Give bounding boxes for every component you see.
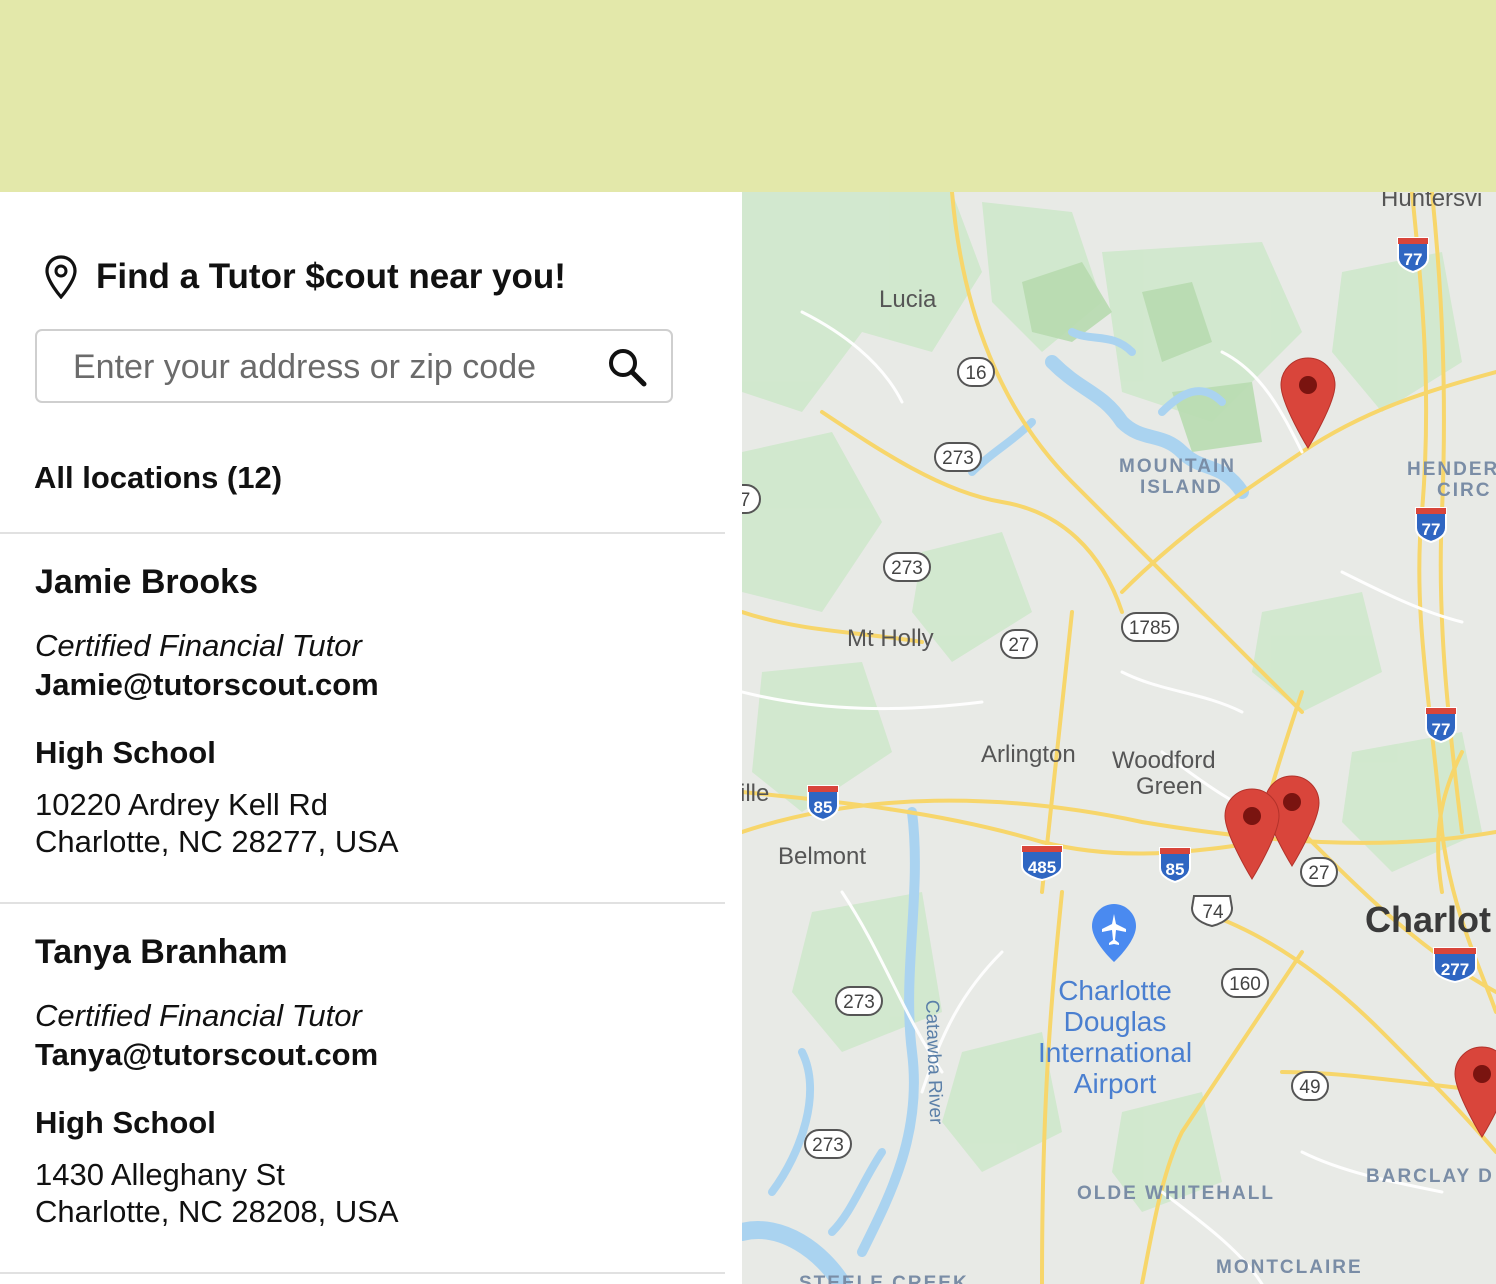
map-label: ille: [742, 780, 769, 807]
interstate-shield: 85: [1159, 847, 1191, 884]
map-label: Arlington: [981, 741, 1076, 768]
map-label: OLDE WHITEHALL: [1077, 1183, 1275, 1204]
map-canvas[interactable]: 77 77 77 85 485 85 277 16 273 273 273 27…: [742, 192, 1496, 1284]
map-label: Lucia: [879, 286, 937, 313]
map-label: MOUNTAIN: [1119, 456, 1236, 477]
tutor-email[interactable]: Jamie@tutorscout.com: [35, 666, 715, 704]
svg-text:273: 273: [812, 1135, 844, 1156]
route-shield: 49: [1291, 1071, 1329, 1101]
locator-title: Find a Tutor $cout near you!: [96, 257, 566, 296]
svg-text:49: 49: [1299, 1077, 1320, 1098]
tutor-title: Certified Financial Tutor: [35, 628, 362, 663]
route-shield: 16: [957, 357, 995, 387]
svg-text:1785: 1785: [1129, 618, 1171, 639]
interstate-shield: 77: [1397, 237, 1429, 274]
map-label: HENDER: [1407, 459, 1496, 480]
tutor-title: Certified Financial Tutor: [35, 998, 362, 1033]
map-label: MONTCLAIRE: [1216, 1257, 1363, 1278]
svg-text:7: 7: [742, 490, 750, 511]
map-label: Charlotte: [1058, 975, 1172, 1006]
svg-text:27: 27: [1008, 635, 1029, 656]
svg-text:85: 85: [1166, 860, 1185, 879]
map-label: CIRC: [1437, 480, 1491, 501]
map-label: International: [1038, 1037, 1192, 1068]
map-label: ISLAND: [1140, 477, 1223, 498]
map-label: BARCLAY D: [1366, 1166, 1494, 1187]
svg-text:160: 160: [1229, 974, 1261, 995]
interstate-shield: 277: [1433, 947, 1477, 984]
svg-text:273: 273: [891, 558, 923, 579]
svg-text:74: 74: [1202, 902, 1224, 923]
tutor-card[interactable]: Jamie Brooks Certified Financial Tutor J…: [35, 562, 715, 860]
route-shield: 7: [742, 484, 761, 514]
route-shield: 273: [835, 986, 883, 1016]
tutor-level: High School: [35, 1105, 216, 1140]
map-label: Douglas: [1064, 1006, 1167, 1037]
svg-text:27: 27: [1308, 863, 1329, 884]
map-label: Green: [1136, 773, 1203, 800]
address-search-input[interactable]: [71, 341, 595, 393]
store-locator-panel: Find a Tutor $cout near you! All locatio…: [0, 192, 742, 1284]
svg-text:77: 77: [1422, 520, 1441, 539]
interstate-shield: 485: [1021, 845, 1063, 882]
tutor-name: Jamie Brooks: [35, 563, 258, 601]
divider: [0, 1272, 725, 1274]
svg-text:485: 485: [1028, 858, 1056, 877]
address-line-1: 1430 Alleghany St: [35, 1157, 285, 1192]
svg-text:77: 77: [1404, 250, 1423, 269]
map-label: Huntersvi: [1381, 192, 1482, 212]
map-label: Catawba River: [921, 999, 946, 1125]
map-label: Belmont: [778, 843, 866, 870]
tutor-email[interactable]: Tanya@tutorscout.com: [35, 1036, 715, 1074]
route-shield: 1785: [1121, 612, 1179, 642]
search-icon[interactable]: [605, 345, 649, 389]
svg-text:16: 16: [965, 363, 986, 384]
svg-text:273: 273: [843, 992, 875, 1013]
route-shield: 27: [1000, 629, 1038, 659]
locator-heading: Find a Tutor $cout near you!: [44, 254, 566, 300]
tutor-address: 10220 Ardrey Kell Rd Charlotte, NC 28277…: [35, 786, 715, 860]
divider: [0, 532, 725, 534]
map-label: Woodford: [1112, 747, 1216, 774]
route-shield: 273: [934, 442, 982, 472]
map-label: Airport: [1074, 1068, 1157, 1099]
top-banner: [0, 0, 1496, 192]
route-shield: 160: [1221, 968, 1269, 998]
route-shield: 27: [1300, 857, 1338, 887]
tutor-level: High School: [35, 735, 216, 770]
svg-text:77: 77: [1432, 720, 1451, 739]
svg-text:273: 273: [942, 448, 974, 469]
map-pin-icon: [45, 255, 77, 299]
interstate-shield: 77: [1415, 507, 1447, 544]
interstate-shield: 85: [807, 785, 839, 822]
tutor-address: 1430 Alleghany St Charlotte, NC 28208, U…: [35, 1156, 715, 1230]
svg-text:85: 85: [814, 798, 833, 817]
divider: [0, 902, 725, 904]
address-line-2: Charlotte, NC 28277, USA: [35, 824, 399, 859]
route-shield: 273: [804, 1129, 852, 1159]
svg-text:277: 277: [1441, 960, 1469, 979]
tutor-name: Tanya Branham: [35, 933, 288, 971]
map[interactable]: 77 77 77 85 485 85 277 16 273 273 273 27…: [742, 192, 1496, 1284]
address-line-1: 10220 Ardrey Kell Rd: [35, 787, 328, 822]
interstate-shield: 77: [1425, 707, 1457, 744]
map-label: STEELE CREEK: [799, 1273, 969, 1284]
all-locations-label[interactable]: All locations (12): [34, 460, 282, 496]
map-label: Mt Holly: [847, 625, 934, 652]
address-line-2: Charlotte, NC 28208, USA: [35, 1194, 399, 1229]
route-shield: 273: [883, 552, 931, 582]
map-label: Charlot: [1365, 899, 1491, 940]
address-search-box: [35, 329, 673, 403]
tutor-card[interactable]: Tanya Branham Certified Financial Tutor …: [35, 932, 715, 1230]
